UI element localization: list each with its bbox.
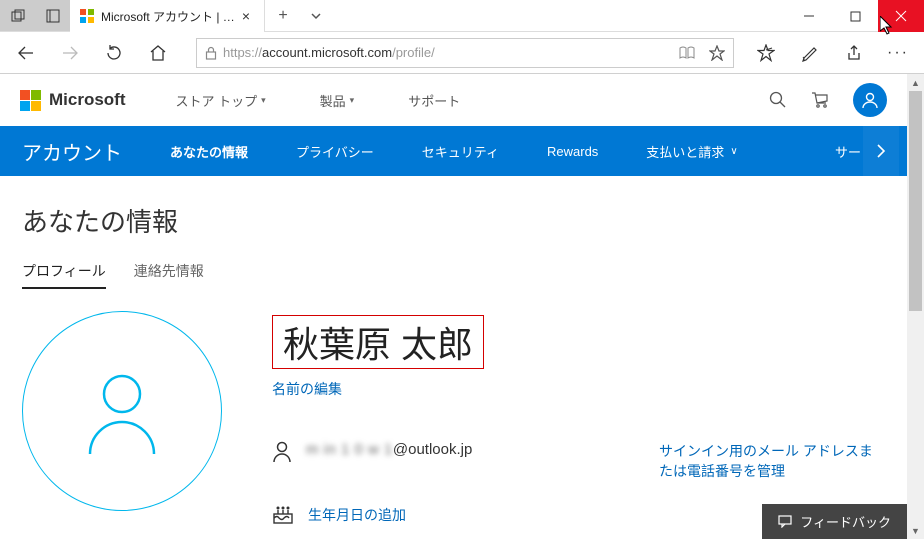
- nav-tab-payment[interactable]: 支払いと請求∨: [646, 142, 737, 161]
- email-address: m in 1 0 w 1@outlook.jp: [306, 441, 472, 458]
- nav-tab-yourinfo[interactable]: あなたの情報: [170, 142, 248, 161]
- user-avatar[interactable]: [853, 83, 887, 117]
- ms-nav-products[interactable]: 製品▾: [320, 91, 355, 110]
- nav-scroll-right[interactable]: [863, 126, 899, 176]
- profile-avatar[interactable]: [22, 311, 222, 511]
- cart-icon[interactable]: [811, 91, 829, 109]
- scroll-up-button[interactable]: ▲: [907, 74, 924, 91]
- nav-tab-partial[interactable]: サー: [835, 142, 861, 161]
- address-bar[interactable]: https://account.microsoft.com/profile/: [196, 38, 734, 68]
- home-button[interactable]: [138, 34, 178, 72]
- subtab-contact[interactable]: 連絡先情報: [134, 261, 204, 289]
- person-icon: [272, 441, 292, 463]
- share-button[interactable]: [834, 34, 874, 72]
- scroll-down-button[interactable]: ▼: [907, 522, 924, 539]
- favorites-button[interactable]: [746, 34, 786, 72]
- window-menu-icon[interactable]: [0, 0, 35, 32]
- url-text: https://account.microsoft.com/profile/: [223, 45, 435, 60]
- page-title: あなたの情報: [22, 202, 879, 239]
- more-button[interactable]: ···: [878, 34, 918, 72]
- search-icon[interactable]: [769, 91, 787, 109]
- minimize-button[interactable]: [786, 0, 832, 32]
- vertical-scrollbar[interactable]: ▲ ▼: [907, 74, 924, 539]
- nav-tab-rewards[interactable]: Rewards: [547, 144, 598, 159]
- ms-nav-store[interactable]: ストア トップ▾: [176, 91, 266, 110]
- edit-name-link[interactable]: 名前の編集: [272, 379, 879, 399]
- ms-logo-icon: [20, 90, 41, 111]
- forward-button: [50, 34, 90, 72]
- add-birthday-link[interactable]: 生年月日の追加: [308, 505, 406, 525]
- reading-view-icon[interactable]: [679, 46, 695, 60]
- browser-tab[interactable]: Microsoft アカウント | 自分 ×: [70, 0, 265, 32]
- user-name: 秋葉原 太郎: [272, 315, 484, 369]
- tab-title: Microsoft アカウント | 自分: [101, 8, 236, 25]
- refresh-button[interactable]: [94, 34, 134, 72]
- ms-logo-text: Microsoft: [49, 90, 126, 110]
- ms-favicon: [80, 9, 94, 23]
- set-aside-icon[interactable]: [35, 0, 70, 32]
- new-tab-button[interactable]: +: [265, 0, 301, 31]
- back-button[interactable]: [6, 34, 46, 72]
- ms-nav-support[interactable]: サポート: [408, 91, 460, 110]
- tab-close-button[interactable]: ×: [238, 8, 254, 24]
- nav-tab-privacy[interactable]: プライバシー: [296, 142, 374, 161]
- lock-icon: [205, 46, 217, 60]
- maximize-button[interactable]: [832, 0, 878, 32]
- birthday-icon: [272, 505, 294, 525]
- notes-button[interactable]: [790, 34, 830, 72]
- scroll-thumb[interactable]: [909, 91, 922, 311]
- microsoft-logo[interactable]: Microsoft: [20, 90, 126, 111]
- nav-tab-security[interactable]: セキュリティ: [422, 142, 499, 161]
- manage-signin-link[interactable]: サインイン用のメール アドレスまたは電話番号を管理: [659, 441, 879, 481]
- subtab-profile[interactable]: プロフィール: [22, 261, 106, 289]
- account-brand[interactable]: アカウント: [22, 137, 122, 166]
- favorite-star-icon[interactable]: [709, 45, 725, 61]
- tab-overflow-button[interactable]: [301, 0, 331, 31]
- feedback-button[interactable]: フィードバック: [762, 504, 907, 539]
- chat-icon: [778, 515, 792, 528]
- close-button[interactable]: [878, 0, 924, 32]
